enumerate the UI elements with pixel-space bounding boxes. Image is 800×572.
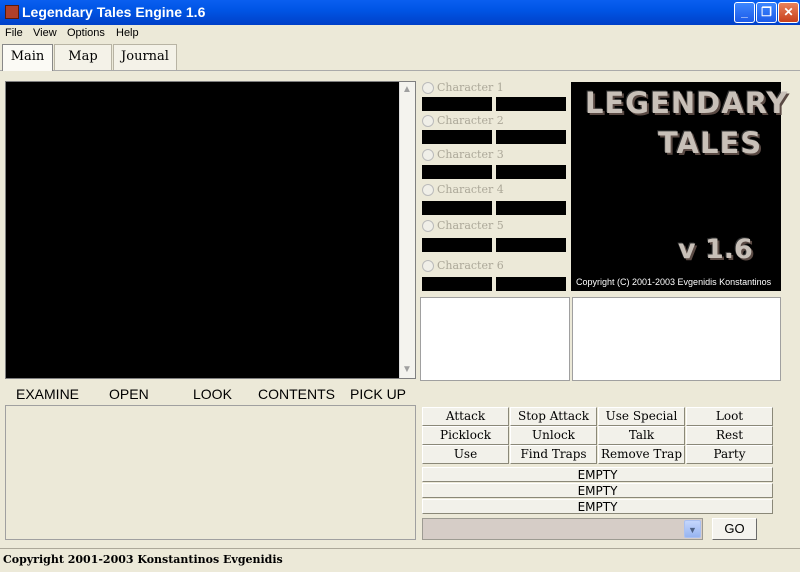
tab-strip-line (0, 70, 800, 71)
loot-button[interactable]: Loot (686, 407, 773, 426)
dropdown-arrow-icon[interactable]: ▼ (684, 520, 701, 538)
character-4-health-bar (422, 201, 492, 215)
character-3-radio[interactable] (422, 149, 434, 161)
party-button[interactable]: Party (686, 445, 773, 464)
window-title: Legendary Tales Engine 1.6 (22, 4, 206, 20)
close-button[interactable]: ✕ (778, 2, 799, 23)
find-traps-button[interactable]: Find Traps (510, 445, 597, 464)
tab-journal[interactable]: Journal (113, 44, 177, 70)
character-portrait-box (420, 297, 570, 381)
talk-button[interactable]: Talk (598, 426, 685, 445)
character-1-label: Character 1 (437, 81, 504, 94)
game-view-scrollbar[interactable] (399, 82, 415, 378)
character-5-radio[interactable] (422, 220, 434, 232)
logo-title-line1: LEGENDARY (585, 86, 789, 120)
picklock-button[interactable]: Picklock (422, 426, 509, 445)
character-4-mana-bar (496, 201, 566, 215)
menu-options[interactable]: Options (67, 27, 105, 39)
character-3-health-bar (422, 165, 492, 179)
menu-help[interactable]: Help (116, 27, 139, 39)
rest-button[interactable]: Rest (686, 426, 773, 445)
status-copyright: Copyright 2001-2003 Konstantinos Evgenid… (3, 553, 283, 566)
character-1-mana-bar (496, 97, 566, 111)
pick-up-action[interactable]: PICK UP (350, 386, 406, 402)
character-2-health-bar (422, 130, 492, 144)
remove-trap-button[interactable]: Remove Trap (598, 445, 685, 464)
stop-attack-button[interactable]: Stop Attack (510, 407, 597, 426)
look-action[interactable]: LOOK (193, 386, 232, 402)
open-action[interactable]: OPEN (109, 386, 149, 402)
go-button[interactable]: GO (712, 518, 757, 540)
attack-button[interactable]: Attack (422, 407, 509, 426)
menu-view[interactable]: View (33, 27, 57, 39)
inventory-slot-1[interactable]: EMPTY (422, 467, 773, 482)
character-3-label: Character 3 (437, 148, 504, 161)
character-5-label: Character 5 (437, 219, 504, 232)
menu-file[interactable]: File (5, 27, 23, 39)
logo-version: v 1.6 (678, 234, 753, 265)
scroll-up-icon[interactable]: ▲ (399, 82, 415, 98)
game-view[interactable] (5, 81, 416, 379)
maximize-button[interactable]: ❐ (756, 2, 777, 23)
logo-title-line2: TALES (658, 126, 763, 160)
unlock-button[interactable]: Unlock (510, 426, 597, 445)
tab-map[interactable]: Map (54, 44, 112, 70)
character-6-mana-bar (496, 277, 566, 291)
scroll-down-icon[interactable]: ▼ (399, 362, 415, 378)
minimize-button[interactable]: _ (734, 2, 755, 23)
character-6-health-bar (422, 277, 492, 291)
character-1-health-bar (422, 97, 492, 111)
character-3-mana-bar (496, 165, 566, 179)
logo-copyright: Copyright (C) 2001-2003 Evgenidis Konsta… (576, 277, 772, 287)
use-special-button[interactable]: Use Special (598, 407, 685, 426)
character-info-box (572, 297, 781, 381)
character-4-label: Character 4 (437, 183, 504, 196)
character-2-radio[interactable] (422, 115, 434, 127)
tab-main[interactable]: Main (2, 44, 53, 71)
character-1-radio[interactable] (422, 82, 434, 94)
character-5-mana-bar (496, 238, 566, 252)
character-5-health-bar (422, 238, 492, 252)
contents-action[interactable]: CONTENTS (258, 386, 335, 402)
use-button[interactable]: Use (422, 445, 509, 464)
examine-action[interactable]: EXAMINE (16, 386, 79, 402)
inventory-slot-3[interactable]: EMPTY (422, 499, 773, 514)
app-book-icon[interactable] (5, 5, 19, 19)
inventory-slot-2[interactable]: EMPTY (422, 483, 773, 498)
command-select[interactable] (422, 518, 703, 540)
character-2-label: Character 2 (437, 114, 504, 127)
character-4-radio[interactable] (422, 184, 434, 196)
character-2-mana-bar (496, 130, 566, 144)
character-6-label: Character 6 (437, 259, 504, 272)
message-log[interactable] (5, 405, 416, 540)
character-6-radio[interactable] (422, 260, 434, 272)
